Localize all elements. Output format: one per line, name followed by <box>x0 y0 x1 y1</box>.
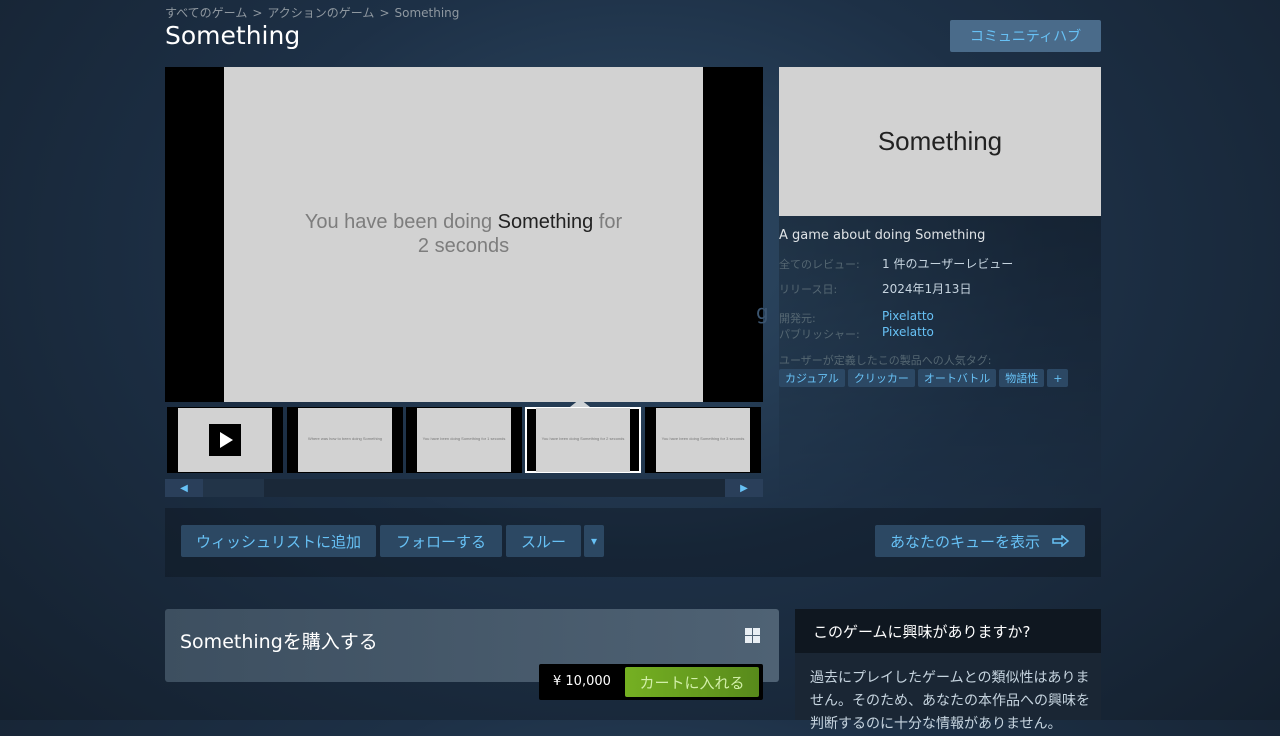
screenshot-text-before: You have been doing <box>304 211 498 233</box>
media-player[interactable]: You have been doing Something for 2 seco… <box>165 67 763 402</box>
screenshot-text: You have been doing Something for 2 seco… <box>224 210 703 258</box>
scroll-left-arrow-icon[interactable]: ◀ <box>165 479 203 497</box>
thumbnail-image <box>178 408 272 472</box>
screenshot-text-highlight: Something <box>497 211 594 233</box>
page-title: Something <box>165 21 301 50</box>
developer-link[interactable]: Pixelatto <box>882 309 934 323</box>
breadcrumb-separator: > <box>379 6 390 20</box>
interest-heading: このゲームに興味がありますか? <box>795 609 1101 653</box>
wishlist-button[interactable]: ウィッシュリストに追加 <box>181 525 376 557</box>
thumbnail-text: You have been doing Something for 1 seco… <box>422 436 506 441</box>
thumbnail-image: Where was how to been doing Something <box>298 408 392 472</box>
thumbnail-image: You have been doing Something for 1 seco… <box>417 408 511 472</box>
ignore-dropdown-icon[interactable]: ▾ <box>584 525 604 557</box>
thumbnail-screenshot-4[interactable]: You have been doing Something for 3 seco… <box>645 407 761 473</box>
game-description: A game about doing Something <box>779 228 986 243</box>
thumbnail-text: You have been doing Something for 2 seco… <box>541 436 625 441</box>
thumbnail-screenshot-3[interactable]: You have been doing Something for 2 seco… <box>525 407 641 473</box>
developer-label: 開発元: <box>779 312 816 325</box>
scroll-right-arrow-icon[interactable]: ▶ <box>725 479 763 497</box>
tag-story-rich[interactable]: 物語性 <box>999 369 1045 387</box>
price-box: ¥ 10,000 カートに入れる <box>539 664 763 700</box>
view-queue-label: あなたのキューを表示 <box>889 532 1040 551</box>
thumbnail-text: Where was how to been doing Something <box>307 436 383 441</box>
thumbnail-screenshot-1[interactable]: Where was how to been doing Something <box>287 407 403 473</box>
screenshot-text-line2: 2 seconds <box>417 235 510 257</box>
view-queue-button[interactable]: あなたのキューを表示 <box>875 525 1085 557</box>
release-date-label: リリース日: <box>779 283 838 296</box>
thumbnail-scrollbar[interactable]: ◀ ▶ <box>165 479 763 497</box>
thumbnail-image: You have been doing Something for 3 seco… <box>656 408 750 472</box>
breadcrumb-current[interactable]: Something <box>395 6 460 20</box>
screenshot-text-after: for <box>593 211 623 233</box>
thumbnail-text: You have been doing Something for 3 seco… <box>661 436 745 441</box>
publisher-link[interactable]: Pixelatto <box>882 325 934 339</box>
reviews-label: 全てのレビュー: <box>779 258 860 271</box>
breadcrumb-separator: > <box>252 6 263 20</box>
arrow-right-icon <box>1052 535 1070 547</box>
thumbnail-screenshot-2[interactable]: You have been doing Something for 1 seco… <box>406 407 522 473</box>
interest-body: 過去にプレイしたゲームとの類似性はありません。そのため、あなたの本作品への興味を… <box>810 670 1090 732</box>
background-glyph: g <box>756 300 769 324</box>
release-date-value: 2024年1月13日 <box>882 282 972 296</box>
add-to-cart-button[interactable]: カートに入れる <box>625 667 759 697</box>
reviews-value[interactable]: 1 件のユーザーレビュー <box>882 255 1013 272</box>
publisher-label: パブリッシャー: <box>779 328 860 341</box>
ignore-button[interactable]: スルー <box>506 525 581 557</box>
scroll-handle[interactable] <box>203 479 264 497</box>
tag-auto-battler[interactable]: オートバトル <box>917 369 997 387</box>
tag-clicker[interactable]: クリッカー <box>847 369 915 387</box>
windows-icon <box>745 628 760 643</box>
tag-list: カジュアル クリッカー オートバトル 物語性 + <box>779 369 1069 387</box>
screenshot-display: You have been doing Something for 2 seco… <box>224 67 703 402</box>
purchase-title: Somethingを購入する <box>180 631 378 653</box>
thumbnail-video[interactable] <box>167 407 283 473</box>
game-capsule-image: Something <box>779 67 1101 216</box>
play-icon <box>209 424 241 456</box>
interest-panel: このゲームに興味がありますか? 過去にプレイしたゲームとの類似性はありません。そ… <box>795 609 1101 732</box>
community-hub-button[interactable]: コミュニティハブ <box>950 20 1101 52</box>
breadcrumb-action-games[interactable]: アクションのゲーム <box>267 6 374 20</box>
tag-casual[interactable]: カジュアル <box>779 369 845 387</box>
thumbnail-image: You have been doing Something for 2 seco… <box>536 408 630 472</box>
thumbnail-pointer <box>570 399 590 407</box>
breadcrumb: すべてのゲーム > アクションのゲーム > Something <box>165 4 459 21</box>
tag-add-button[interactable]: + <box>1047 369 1069 387</box>
follow-button[interactable]: フォローする <box>380 525 502 557</box>
price: ¥ 10,000 <box>553 674 611 689</box>
tags-label: ユーザーが定義したこの製品への人気タグ: <box>779 354 992 367</box>
thumbnail-strip: Where was how to been doing Something Yo… <box>165 407 763 473</box>
breadcrumb-all-games[interactable]: すべてのゲーム <box>165 6 247 20</box>
